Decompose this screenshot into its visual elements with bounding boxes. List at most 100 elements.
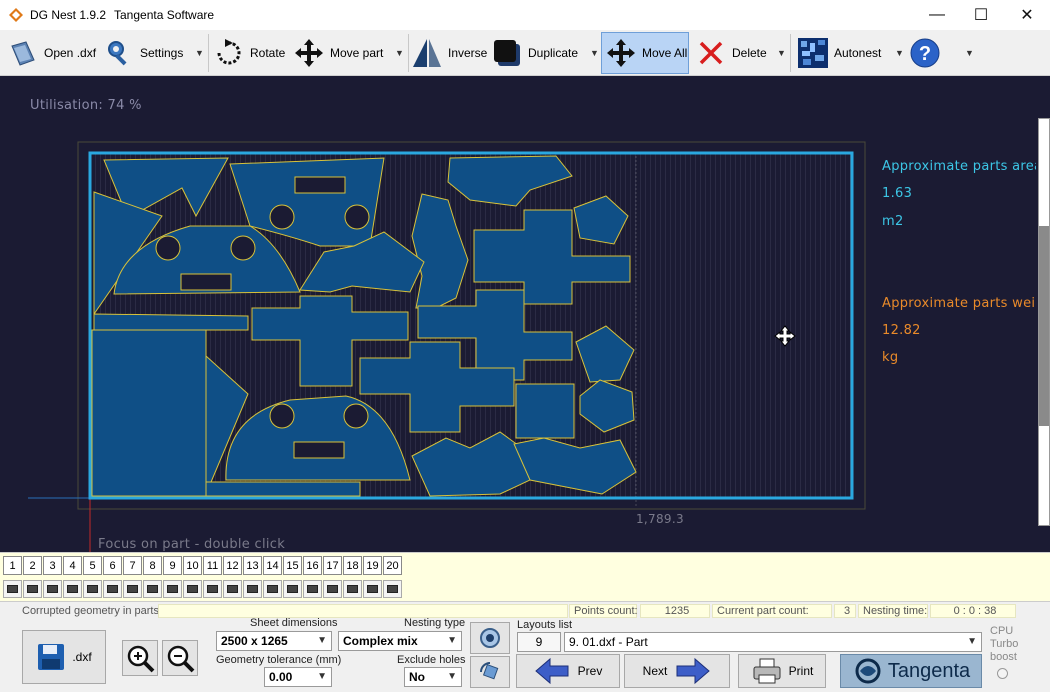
geometry-tolerance-value: 0.00 xyxy=(269,670,293,684)
page-number-button[interactable]: 13 xyxy=(243,556,262,575)
duplicate-dropdown-arrow[interactable]: ▼ xyxy=(590,48,599,58)
tangenta-logo-icon xyxy=(855,658,881,684)
maximize-button[interactable]: ☐ xyxy=(958,0,1004,30)
inverse-label: Inverse xyxy=(448,46,488,60)
help-dropdown-arrow[interactable]: ▼ xyxy=(965,48,974,58)
parts-area-title: Approximate parts area xyxy=(882,159,1036,174)
rotate-view-button[interactable] xyxy=(470,656,510,688)
tangenta-brand-button[interactable]: Tangenta xyxy=(840,654,982,688)
duplicate-icon xyxy=(490,36,524,70)
chevron-down-icon: ▼ xyxy=(967,636,977,647)
nesting-type-select[interactable]: Complex mix ▼ xyxy=(338,631,462,651)
page-layout-icon[interactable] xyxy=(323,580,342,598)
page-number-button[interactable]: 15 xyxy=(283,556,302,575)
page-layout-icon[interactable] xyxy=(23,580,42,598)
next-layout-button[interactable]: Next xyxy=(624,654,730,688)
page-layout-icon[interactable] xyxy=(103,580,122,598)
open-file-icon xyxy=(6,36,40,70)
zoom-in-button[interactable] xyxy=(122,640,158,676)
geometry-tolerance-select[interactable]: 0.00 ▼ xyxy=(264,667,332,687)
app-icon xyxy=(9,8,23,22)
page-number-button[interactable]: 4 xyxy=(63,556,82,575)
page-number-button[interactable]: 9 xyxy=(163,556,182,575)
page-layout-icon[interactable] xyxy=(343,580,362,598)
delete-dropdown-arrow[interactable]: ▼ xyxy=(777,48,786,58)
save-dxf-button[interactable]: .dxf xyxy=(22,630,106,684)
help-button[interactable]: ? xyxy=(908,32,946,74)
page-number-button[interactable]: 2 xyxy=(23,556,42,575)
toolbar-separator xyxy=(408,34,409,72)
page-number-button[interactable]: 11 xyxy=(203,556,222,575)
page-layout-icon[interactable] xyxy=(183,580,202,598)
cpu-turbo-radio[interactable] xyxy=(997,668,1008,679)
page-number-button[interactable]: 17 xyxy=(323,556,342,575)
settings-button[interactable]: Settings xyxy=(102,32,183,74)
part-hole xyxy=(344,204,370,230)
page-layout-icon[interactable] xyxy=(283,580,302,598)
current-part-count-label: Current part count: xyxy=(712,604,832,618)
part-shape xyxy=(515,383,575,439)
move-part-button[interactable]: Move part xyxy=(292,32,383,74)
page-layout-icon[interactable] xyxy=(143,580,162,598)
page-layout-icon[interactable] xyxy=(263,580,282,598)
page-number-button[interactable]: 19 xyxy=(363,556,382,575)
page-number-button[interactable]: 8 xyxy=(143,556,162,575)
focus-hint: Focus on part - double click xyxy=(98,537,286,552)
corrupted-geometry-field xyxy=(158,604,568,618)
sheet-dimensions-select[interactable]: 2500 x 1265 ▼ xyxy=(216,631,332,651)
page-layout-icon[interactable] xyxy=(363,580,382,598)
rotate-button[interactable]: Rotate xyxy=(212,32,285,74)
inverse-button[interactable]: Inverse xyxy=(410,32,487,74)
move-icon xyxy=(292,36,326,70)
minimize-button[interactable]: — xyxy=(914,0,960,30)
nesting-time-value: 0 : 0 : 38 xyxy=(930,604,1016,618)
page-layout-icon[interactable] xyxy=(243,580,262,598)
page-number-button[interactable]: 5 xyxy=(83,556,102,575)
page-layout-icon[interactable] xyxy=(123,580,142,598)
move-all-button[interactable]: Move All xyxy=(601,32,689,74)
page-number-button[interactable]: 18 xyxy=(343,556,362,575)
page-layout-icon[interactable] xyxy=(163,580,182,598)
prev-layout-button[interactable]: Prev xyxy=(516,654,620,688)
settings-dropdown-arrow[interactable]: ▼ xyxy=(195,48,204,58)
nesting-layout[interactable] xyxy=(0,76,1036,552)
arrow-right-icon xyxy=(676,657,711,685)
nesting-canvas[interactable]: Utilisation: 74 % 1,789.3 Focus on part … xyxy=(0,76,1036,552)
page-layout-icon[interactable] xyxy=(203,580,222,598)
part-hole xyxy=(343,403,369,429)
page-number-button[interactable]: 14 xyxy=(263,556,282,575)
part-view-button[interactable] xyxy=(470,622,510,654)
autonest-label: Autonest xyxy=(834,46,882,60)
vertical-scrollbar[interactable] xyxy=(1036,76,1050,552)
page-layout-icon[interactable] xyxy=(383,580,402,598)
settings-label: Settings xyxy=(140,46,184,60)
page-layout-icon[interactable] xyxy=(43,580,62,598)
page-number-button[interactable]: 7 xyxy=(123,556,142,575)
autonest-dropdown-arrow[interactable]: ▼ xyxy=(895,48,904,58)
print-button[interactable]: Print xyxy=(738,654,826,688)
scrollbar-thumb[interactable] xyxy=(1039,226,1049,426)
autonest-button[interactable]: Autonest xyxy=(796,32,881,74)
delete-icon xyxy=(694,36,728,70)
page-number-button[interactable]: 12 xyxy=(223,556,242,575)
page-number-button[interactable]: 16 xyxy=(303,556,322,575)
zoom-out-button[interactable] xyxy=(162,640,198,676)
page-number-button[interactable]: 10 xyxy=(183,556,202,575)
page-number-button[interactable]: 6 xyxy=(103,556,122,575)
page-layout-icon[interactable] xyxy=(3,580,22,598)
layouts-list-select[interactable]: 9. 01.dxf - Part ▼ xyxy=(564,632,982,652)
page-layout-icon[interactable] xyxy=(223,580,242,598)
svg-text:?: ? xyxy=(919,43,931,65)
delete-button[interactable]: Delete xyxy=(694,32,767,74)
exclude-holes-select[interactable]: No ▼ xyxy=(404,667,462,687)
open-dxf-button[interactable]: Open .dxf xyxy=(6,32,96,74)
move-part-dropdown-arrow[interactable]: ▼ xyxy=(395,48,404,58)
close-window-button[interactable]: ✕ xyxy=(1004,0,1050,30)
page-number-button[interactable]: 3 xyxy=(43,556,62,575)
page-number-button[interactable]: 1 xyxy=(3,556,22,575)
page-layout-icon[interactable] xyxy=(83,580,102,598)
page-number-button[interactable]: 20 xyxy=(383,556,402,575)
page-layout-icon[interactable] xyxy=(63,580,82,598)
duplicate-button[interactable]: Duplicate xyxy=(490,32,578,74)
page-layout-icon[interactable] xyxy=(303,580,322,598)
